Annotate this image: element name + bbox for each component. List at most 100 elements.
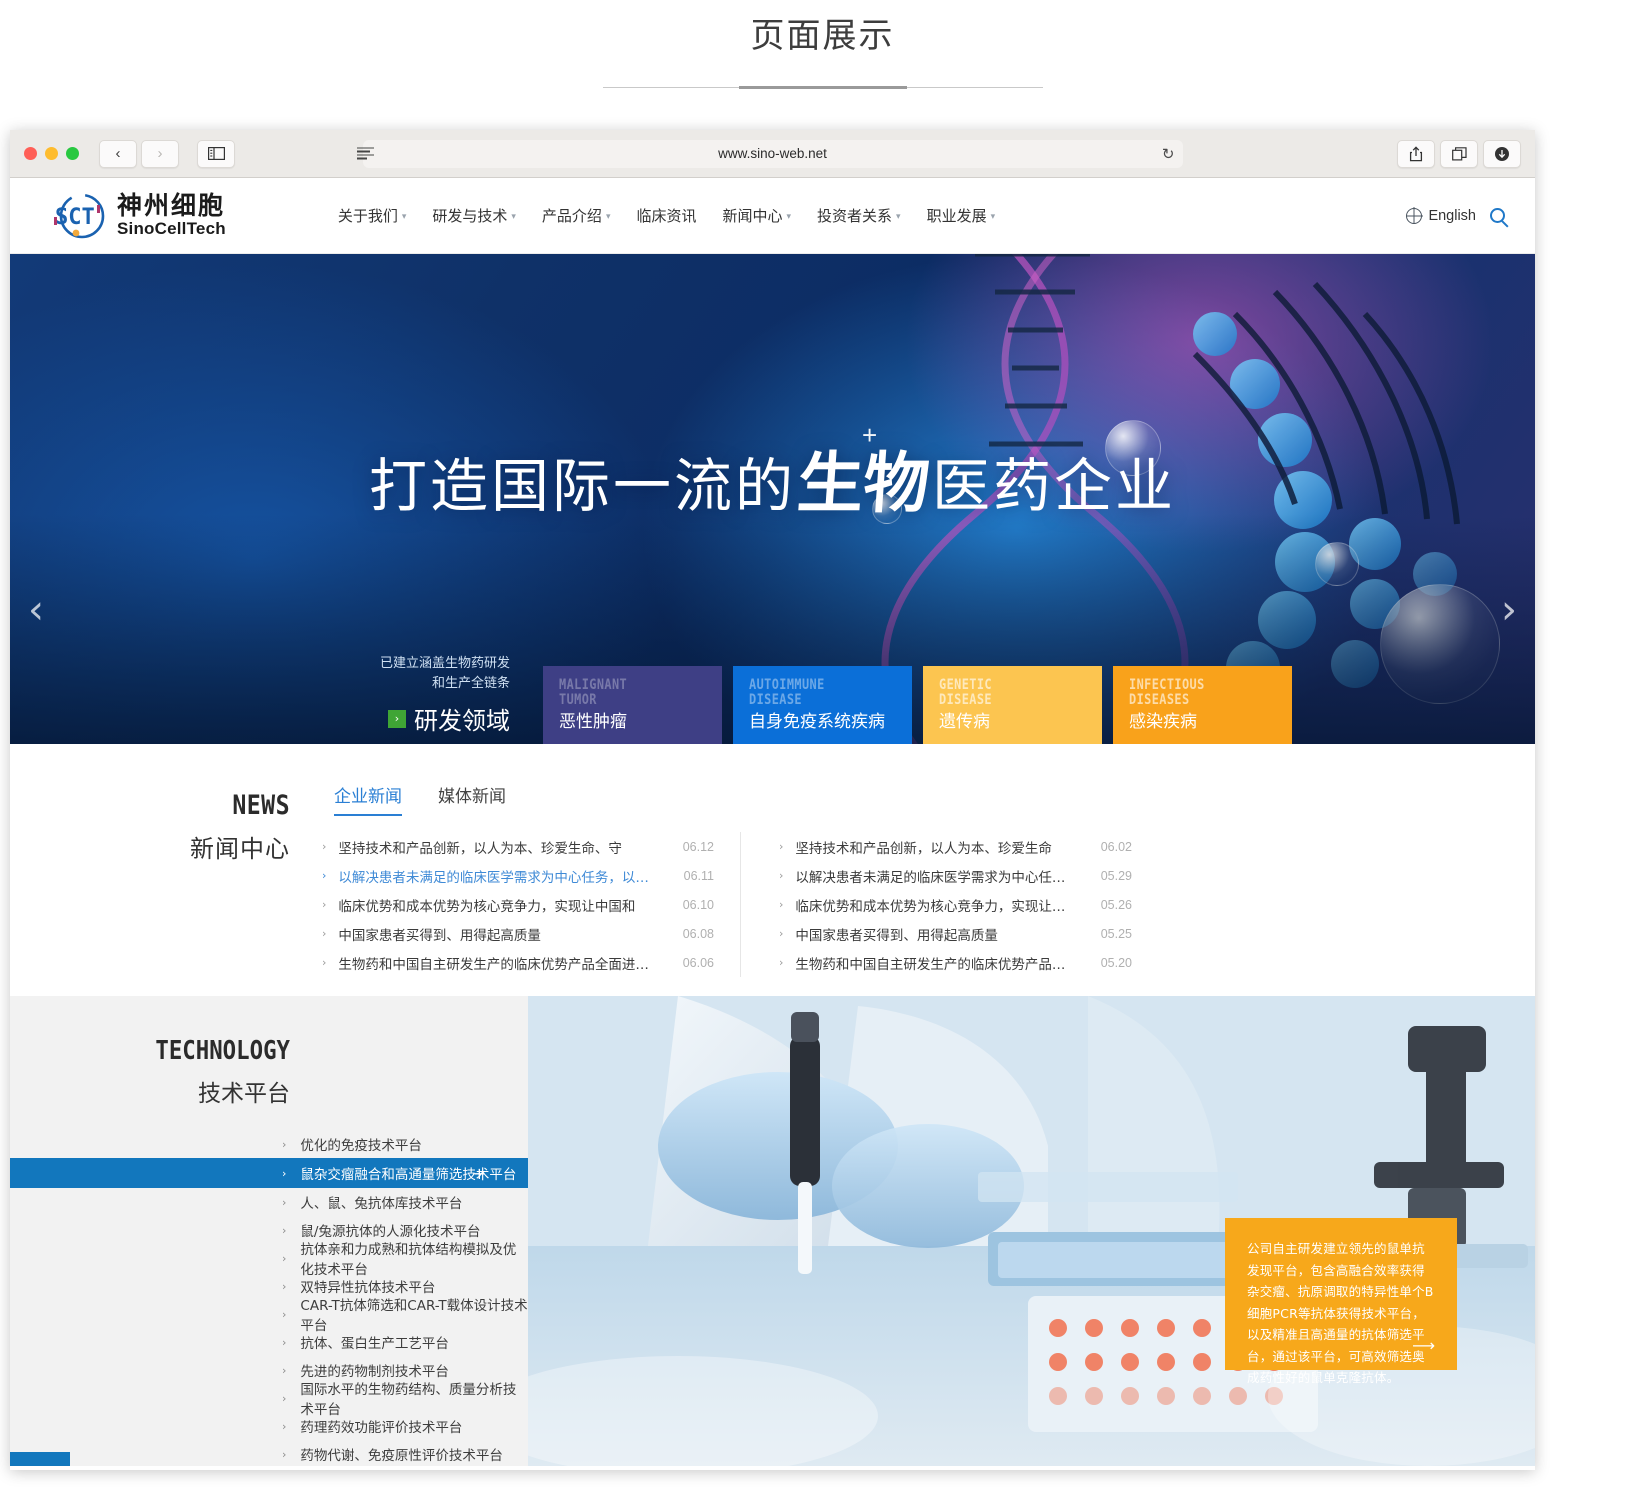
site-header: SCT 神州细胞 SinoCellTech 关于我们 ▾ 研发与技术 ▾ 产品介… <box>10 178 1535 254</box>
research-field-title[interactable]: › 研发领域 <box>288 701 510 736</box>
download-icon <box>1495 146 1509 161</box>
back-button[interactable]: ‹ <box>99 139 137 168</box>
minimize-window-button[interactable] <box>45 147 58 160</box>
news-title: 临床优势和成本优势为核心竞争力，实现让中国和 <box>338 898 636 915</box>
language-switcher[interactable]: English <box>1406 207 1476 224</box>
chevron-right-icon: › <box>282 1335 287 1349</box>
arrow-right-icon[interactable]: ⟶ <box>1412 1336 1435 1356</box>
nav-item-careers[interactable]: 职业发展 ▾ <box>927 205 996 226</box>
chevron-right-icon: › <box>322 927 327 940</box>
news-date: 06.11 <box>683 868 714 883</box>
category-card-autoimmune-disease[interactable]: AUTOIMMUNE DISEASE 自身免疫系统疾病 <box>733 666 912 744</box>
category-card-cn-label: 自身免疫系统疾病 <box>749 712 885 732</box>
technology-list-item[interactable]: › 抗体亲和力成熟和抗体结构模拟及优化技术平台 <box>10 1242 528 1278</box>
maximize-window-button[interactable] <box>66 147 79 160</box>
nav-label: 投资者关系 <box>817 207 893 225</box>
downloads-button[interactable] <box>1483 139 1521 168</box>
nav-label: 新闻中心 <box>722 207 783 225</box>
news-list-item[interactable]: › 以解决患者未满足的临床医学需求为中心任务，以产品 06.11 <box>322 861 714 890</box>
close-window-button[interactable] <box>24 147 37 160</box>
chevron-right-icon: › <box>322 840 327 853</box>
share-button[interactable] <box>1397 139 1435 168</box>
hero-headline-suffix: 医药企业 <box>932 452 1177 520</box>
technology-left-panel: TECHNOLOGY 技术平台 › 优化的免疫技术平台 › 鼠杂交瘤融合和高通量… <box>10 996 528 1466</box>
technology-list-item[interactable]: › 药理药效功能评价技术平台 <box>10 1412 528 1440</box>
news-list-item[interactable]: › 以解决患者未满足的临床医学需求为中心任务，以产 05.29 <box>779 861 1132 890</box>
chevron-right-icon: › <box>779 927 784 940</box>
news-tabs: 企业新闻 媒体新闻 <box>322 782 1505 816</box>
technology-list-item[interactable]: › CAR-T抗体筛选和CAR-T载体设计技术平台 <box>10 1298 528 1334</box>
plus-icon[interactable]: + <box>473 1164 486 1183</box>
technology-item-label: 先进的药物制剂技术平台 <box>300 1364 449 1380</box>
chevron-right-icon: › <box>282 1223 287 1237</box>
chevron-right-icon: › <box>282 1391 287 1405</box>
news-heading: NEWS 新闻中心 <box>40 782 290 996</box>
technology-list-item[interactable]: › 抗体、蛋白生产工艺平台 <box>10 1328 528 1356</box>
reload-icon[interactable]: ↻ <box>1162 145 1175 163</box>
hero-headline-prefix: 打造国际一流的 <box>368 452 796 520</box>
chevron-down-icon: ▾ <box>786 211 792 222</box>
browser-window: ‹ › www.sino-web.net ↻ SCT 神州细胞 SinoCell… <box>10 130 1535 1470</box>
chevron-right-icon: › <box>282 1307 287 1321</box>
news-list-item[interactable]: › 坚持技术和产品创新，以人为本、珍爱生命、守 06.12 <box>322 832 714 861</box>
technology-list-item[interactable]: › 国际水平的生物药结构、质量分析技术平台 <box>10 1382 528 1418</box>
technology-list-item[interactable]: › 优化的免疫技术平台 <box>10 1130 528 1158</box>
address-bar-container: www.sino-web.net ↻ <box>356 139 1183 168</box>
tab-overview-button[interactable] <box>1440 139 1478 168</box>
research-field-label: 已建立涵盖生物药研发 和生产全链条 › 研发领域 <box>288 654 510 736</box>
technology-info-card: 公司自主研发建立领先的鼠单抗发现平台，包含高融合效率获得杂交瘤、抗原调取的特异性… <box>1225 1218 1457 1385</box>
news-list-item[interactable]: › 坚持技术和产品创新，以人为本、珍爱生命 06.02 <box>779 832 1132 861</box>
technology-accent-bar <box>10 1452 70 1466</box>
globe-icon <box>1406 207 1423 224</box>
hero-prev-arrow[interactable]: ‹ <box>28 590 44 630</box>
technology-item-label: 鼠/兔源抗体的人源化技术平台 <box>300 1224 481 1240</box>
category-card-infectious-diseases[interactable]: INFECTIOUS DISEASES 感染疾病 <box>1113 666 1292 744</box>
chevron-right-icon: › <box>322 898 327 911</box>
chevron-right-icon: › <box>282 1279 287 1293</box>
news-list-item[interactable]: › 生物药和中国自主研发生产的临床优势产品全面进入发 05.20 <box>779 948 1132 977</box>
chevron-down-icon: ▾ <box>401 211 407 222</box>
category-card-en-label: INFECTIOUS DISEASES <box>1129 677 1205 709</box>
logo-mark-svg: SCT <box>54 193 105 238</box>
tab-corporate-news[interactable]: 企业新闻 <box>334 782 402 816</box>
technology-list-item-active[interactable]: › 鼠杂交瘤融合和高通量筛选技术平台 + <box>10 1158 528 1188</box>
sidebar-toggle-icon[interactable] <box>197 139 235 168</box>
reader-view-icon[interactable] <box>356 147 374 160</box>
nav-item-products[interactable]: 产品介绍 ▾ <box>542 205 611 226</box>
chevron-right-icon: › <box>779 869 784 882</box>
address-bar[interactable]: www.sino-web.net ↻ <box>356 139 1183 168</box>
category-card-genetic-disease[interactable]: GENETIC DISEASE 遗传病 <box>923 666 1102 744</box>
nav-item-rnd[interactable]: 研发与技术 ▾ <box>432 205 516 226</box>
category-card-malignant-tumor[interactable]: MALIGNANT TUMOR 恶性肿瘤 <box>543 666 722 744</box>
hero-banner: 打造国际一流的生物医药企业 + ‹ › 已建立涵盖生物药研发 和生产全链条 › … <box>10 254 1535 744</box>
news-date: 05.29 <box>1100 868 1132 883</box>
site-logo[interactable]: SCT 神州细胞 SinoCellTech <box>52 191 226 241</box>
nav-item-clinical[interactable]: 临床资讯 <box>636 205 696 226</box>
chevron-down-icon: ▾ <box>896 211 901 222</box>
news-title: 中国家患者买得到、用得起高质量 <box>795 927 998 944</box>
search-icon[interactable] <box>1490 208 1505 223</box>
technology-list-item[interactable]: › 药物代谢、免疫原性评价技术平台 <box>10 1440 528 1468</box>
forward-button[interactable]: › <box>141 139 179 168</box>
news-title: 生物药和中国自主研发生产的临床优势产品全面进入发 <box>795 956 1079 973</box>
nav-item-about[interactable]: 关于我们 ▾ <box>338 205 407 226</box>
category-card-en-label: AUTOIMMUNE DISEASE <box>749 677 825 709</box>
url-text: www.sino-web.net <box>718 146 827 161</box>
logo-english-name: SinoCellTech <box>117 219 226 239</box>
hero-next-arrow[interactable]: › <box>1501 590 1517 630</box>
tab-media-news[interactable]: 媒体新闻 <box>438 782 506 816</box>
technology-item-label: 人、鼠、兔抗体库技术平台 <box>300 1196 463 1212</box>
main-navigation: 关于我们 ▾ 研发与技术 ▾ 产品介绍 ▾ 临床资讯 新闻中心 ▾ 投资者关系 … <box>338 205 995 226</box>
news-list-item[interactable]: › 临床优势和成本优势为核心竞争力，实现让中国 05.26 <box>779 890 1132 919</box>
news-list-item[interactable]: › 临床优势和成本优势为核心竞争力，实现让中国和 06.10 <box>322 890 714 919</box>
research-field-subtitle-line1: 已建立涵盖生物药研发 <box>379 655 510 671</box>
nav-item-news[interactable]: 新闻中心 ▾ <box>722 205 791 226</box>
news-list-item[interactable]: › 中国家患者买得到、用得起高质量 06.08 <box>322 919 714 948</box>
nav-item-investors[interactable]: 投资者关系 ▾ <box>817 205 901 226</box>
technology-heading: TECHNOLOGY 技术平台 <box>40 1036 290 1108</box>
category-card-cn-label: 恶性肿瘤 <box>559 712 627 732</box>
technology-list-item[interactable]: › 人、鼠、兔抗体库技术平台 <box>10 1188 528 1216</box>
news-list-item[interactable]: › 生物药和中国自主研发生产的临床优势产品全面进入发达国 06.06 <box>322 948 714 977</box>
nav-label: 产品介绍 <box>541 207 602 225</box>
news-list-item[interactable]: › 中国家患者买得到、用得起高质量 05.25 <box>779 919 1132 948</box>
